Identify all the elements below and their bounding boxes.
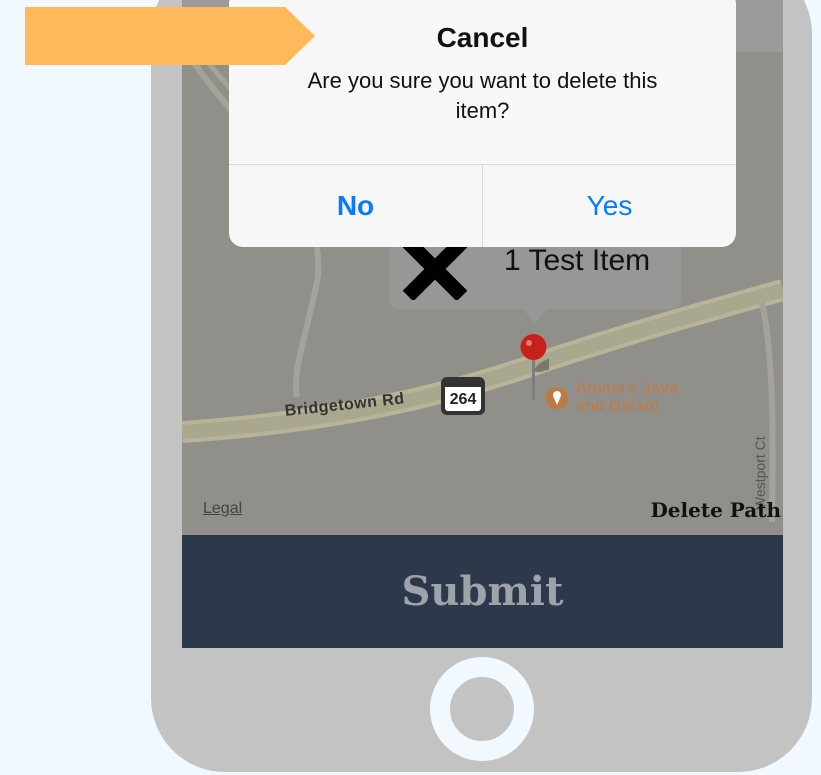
delete-path-button[interactable]: Delete Path [650,498,781,522]
callout-title: 1 Test Item [504,244,651,277]
submit-button[interactable]: Submit [182,535,783,648]
poi-label[interactable]: Aroma's Java and Gelato [576,380,678,416]
pointer-arrow-icon [25,7,315,70]
no-button[interactable]: No [229,165,482,247]
map-callout-tail [519,305,551,323]
x-mark-icon [402,236,468,302]
route-shield-icon: 264 [440,376,486,421]
ice-cream-icon[interactable] [545,386,569,415]
route-number: 264 [450,391,477,408]
poi-label-line1: Aroma's Java [576,380,679,397]
legal-link[interactable]: Legal [203,500,242,518]
alert-message: Are you sure you want to delete this ite… [307,68,658,123]
submit-label: Submit [401,568,564,615]
poi-label-line2: and Gelato [576,398,660,415]
home-button[interactable] [430,657,534,761]
yes-button[interactable]: Yes [483,165,736,247]
